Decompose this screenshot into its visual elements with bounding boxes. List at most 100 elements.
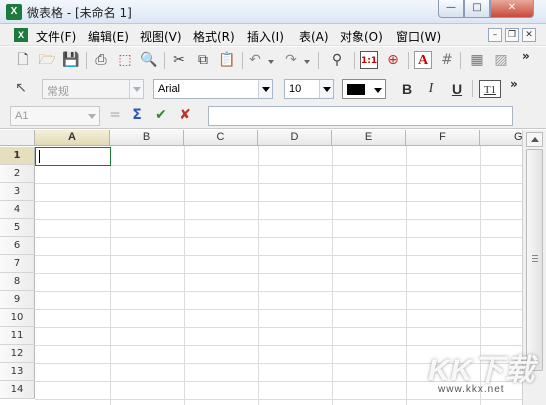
export-pdf-icon[interactable]: ⬚ [116,51,134,69]
print-icon[interactable]: ⎙ [92,51,110,69]
toolbar-more-icon[interactable]: » [510,77,518,91]
sum-icon[interactable]: Σ [128,106,146,124]
menu-insert[interactable]: 插入(I) [247,28,284,45]
row-header[interactable]: 7 [0,255,35,273]
row-header[interactable]: 10 [0,309,35,327]
italic-button[interactable]: I [422,80,440,98]
table-icon[interactable]: ▦ [468,51,486,69]
menu-file[interactable]: 文件(F) [36,28,76,45]
menu-view[interactable]: 视图(V) [140,28,182,45]
column-header[interactable]: E [332,130,406,146]
chevron-down-icon[interactable] [374,88,382,93]
menu-window[interactable]: 窗口(W) [396,28,441,45]
scroll-up-icon[interactable] [526,132,543,147]
row-header[interactable]: 8 [0,273,35,291]
find-binoculars-icon[interactable]: ⚲ [328,51,346,69]
doc-minimize-button[interactable]: – [488,28,502,42]
accept-check-icon[interactable]: ✔ [152,106,170,124]
pattern-icon[interactable]: ▨ [492,51,510,69]
grid-line [35,237,522,238]
redo-dropdown-icon[interactable] [304,60,310,64]
row-header[interactable]: 13 [0,363,35,381]
font-color-chip [347,84,365,95]
zoom-icon[interactable]: ⊕ [384,51,402,69]
equals-icon[interactable]: = [106,106,124,124]
column-header[interactable]: D [258,130,332,146]
menu-format[interactable]: 格式(R) [193,28,235,45]
redo-icon[interactable]: ↷ [282,51,300,69]
grid-lines-icon[interactable]: # [438,51,456,69]
grid-line [35,309,522,310]
text-frame-icon[interactable]: A [414,51,432,69]
scroll-thumb[interactable] [526,149,543,371]
column-header[interactable]: A [35,130,110,146]
row-header[interactable]: 3 [0,183,35,201]
grid-line [35,291,522,292]
active-cell[interactable] [35,147,111,166]
chevron-down-icon[interactable] [258,80,272,98]
window-title: 微表格 - [未命名 1] [27,6,132,20]
chevron-down-icon[interactable] [85,107,99,125]
formula-bar: A1 = Σ ✔ ✘ [0,103,546,129]
select-all-corner[interactable] [0,130,35,146]
row-header[interactable]: 2 [0,165,35,183]
row-header[interactable]: 5 [0,219,35,237]
menu-table[interactable]: 表(A) [299,28,329,45]
column-header[interactable]: B [110,130,184,146]
new-document-icon[interactable]: 🗋 [14,51,32,69]
spreadsheet-grid[interactable]: A B C D E F G 1 2 3 4 5 6 7 8 9 10 11 12… [0,130,522,405]
open-folder-icon[interactable]: 🗁 [38,51,56,69]
menu-bar: X 文件(F) 编辑(E) 视图(V) 格式(R) 插入(I) 表(A) 对象(… [0,24,546,46]
row-header[interactable]: 1 [0,147,35,165]
font-color-picker[interactable] [342,79,386,99]
row-header[interactable]: 9 [0,291,35,309]
row-header[interactable]: 4 [0,201,35,219]
font-size-combo[interactable]: 10 [284,79,334,99]
row-header[interactable]: 12 [0,345,35,363]
menu-object[interactable]: 对象(O) [340,28,383,45]
grid-line [110,146,111,405]
grid-line [258,146,259,405]
vertical-scrollbar[interactable] [522,130,546,405]
underline-button[interactable]: U [448,80,466,98]
name-box[interactable]: A1 [10,106,100,126]
bold-button[interactable]: B [398,80,416,98]
doc-close-button[interactable]: ✕ [522,28,536,42]
formula-input[interactable] [208,106,513,126]
cut-icon[interactable]: ✂ [170,51,188,69]
column-header[interactable]: C [184,130,258,146]
close-button[interactable]: ✕ [490,0,534,18]
doc-restore-button[interactable]: ❐ [505,28,519,42]
toolbar-more-icon[interactable]: » [522,49,530,63]
minimize-button[interactable]: — [438,0,464,18]
undo-icon[interactable]: ↶ [246,51,264,69]
zoom-100-icon[interactable]: 1:1 [360,51,378,69]
font-combo[interactable]: Arial [153,79,273,99]
row-header[interactable]: 6 [0,237,35,255]
copy-icon[interactable]: ⧉ [194,51,212,69]
grip-icon [532,255,538,263]
standard-toolbar: 🗋 🗁 💾 ⎙ ⬚ 🔍 ✂ ⧉ 📋 ↶ ↷ ⚲ 1:1 ⊕ A # ▦ ▨ » [0,47,546,75]
chevron-down-icon[interactable] [129,80,143,98]
grid-line [332,146,333,405]
maximize-button[interactable]: □ [464,0,490,18]
row-header[interactable]: 14 [0,381,35,399]
print-preview-icon[interactable]: 🔍 [140,51,158,69]
undo-dropdown-icon[interactable] [268,60,274,64]
save-icon[interactable]: 💾 [62,51,80,69]
menu-edit[interactable]: 编辑(E) [88,28,129,45]
grid-line [35,201,522,202]
row-header[interactable]: 11 [0,327,35,345]
paste-icon[interactable]: 📋 [218,51,236,69]
text-box-button[interactable]: T1 [479,80,501,98]
title-bar: X 微表格 - [未命名 1] — □ ✕ [0,0,546,24]
cancel-x-icon[interactable]: ✘ [176,106,194,124]
grid-line [35,363,522,364]
document-icon[interactable]: X [14,28,28,42]
column-header[interactable]: F [406,130,480,146]
chevron-down-icon[interactable] [319,80,333,98]
column-header[interactable]: G [480,130,522,146]
style-combo[interactable]: 常规 [42,79,144,99]
select-arrow-icon[interactable]: ↖ [12,79,30,97]
formatting-toolbar: ↖ 常规 Arial 10 B I U T1 » [0,75,546,103]
